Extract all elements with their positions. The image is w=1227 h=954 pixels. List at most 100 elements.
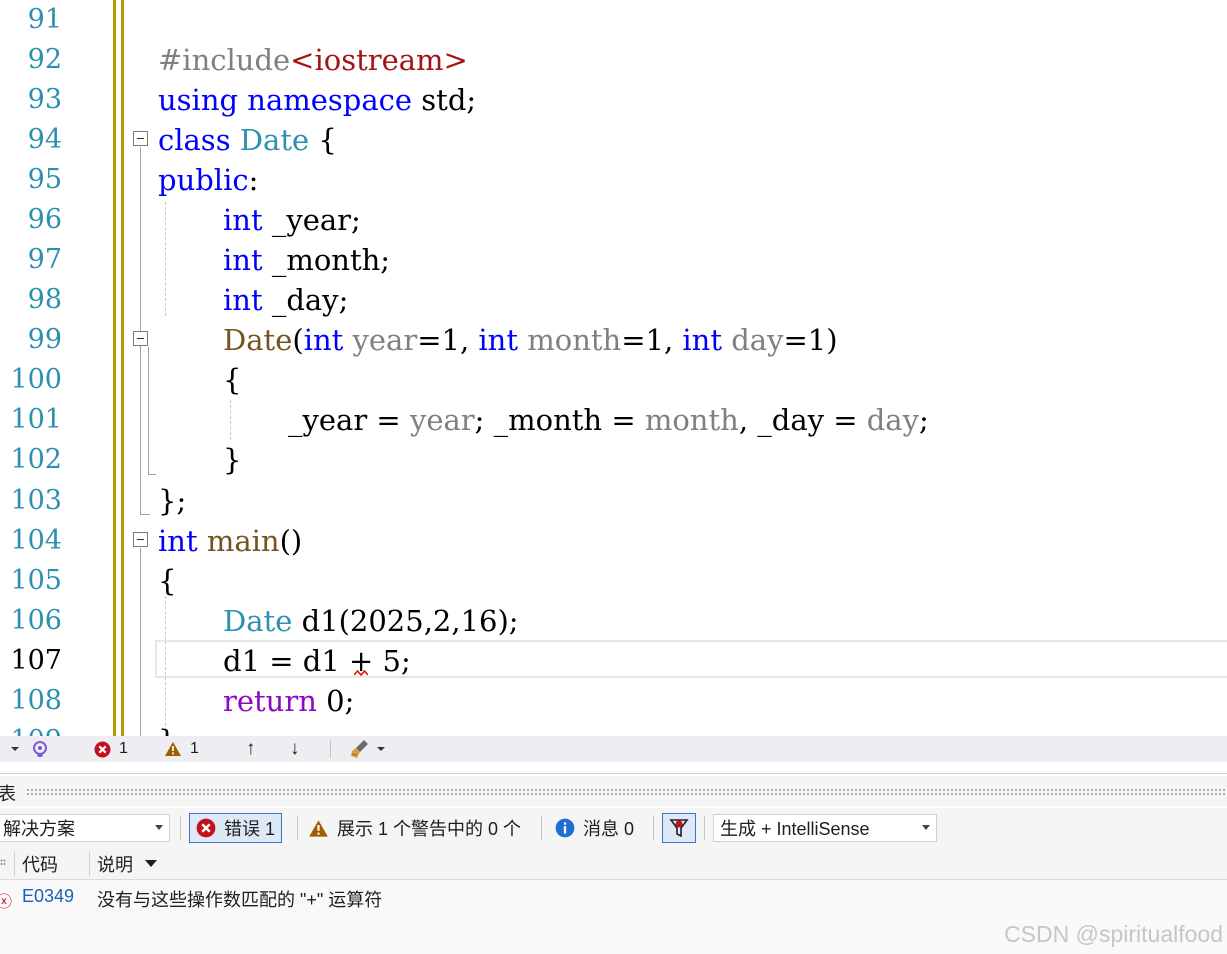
line-number: 94 [27, 124, 62, 155]
code-text: () [279, 524, 303, 558]
code-line-93[interactable]: using namespace std; [158, 80, 476, 120]
build-source-combo[interactable]: 生成 + IntelliSense [713, 814, 937, 842]
code-text: : [248, 163, 259, 197]
code-text: ( [292, 323, 304, 357]
code-line-94[interactable]: class Date { [158, 120, 337, 160]
code-line-95[interactable]: public: [158, 160, 258, 200]
next-issue-button[interactable]: ↓ [290, 736, 300, 762]
code-line-104[interactable]: int main() [158, 521, 302, 561]
code-text: 5; [373, 644, 411, 678]
code-line-103[interactable]: }; [158, 481, 186, 521]
line-number: 91 [27, 4, 62, 35]
code-text: ; [918, 403, 929, 437]
line-number: 102 [10, 444, 62, 475]
warning-icon [309, 819, 328, 837]
line-number: 92 [27, 44, 62, 75]
zoom-dropdown[interactable] [0, 736, 24, 762]
code-line-109[interactable]: } [158, 721, 176, 736]
grip-icon [0, 859, 6, 865]
collapse-icon[interactable] [133, 331, 148, 346]
code-line-96[interactable]: int _year; [223, 200, 361, 240]
keyword: using [158, 83, 239, 117]
column-header-code[interactable]: 代码 [22, 848, 58, 879]
warning-icon [165, 742, 181, 756]
separator [541, 816, 542, 840]
line-number: 101 [10, 404, 62, 435]
code-text: d1 = d1 [223, 644, 349, 678]
messages-filter-label: 消息 0 [583, 819, 635, 839]
chevron-down-icon [155, 825, 163, 830]
parameter: year [409, 403, 475, 437]
warning-indicator[interactable]: 1 [164, 736, 199, 762]
info-icon [555, 818, 575, 838]
parameter: year [352, 323, 418, 357]
panel-splitter[interactable] [0, 762, 1227, 774]
error-indicator[interactable]: 1 [94, 736, 128, 762]
collapse-icon[interactable] [133, 131, 148, 146]
collapse-icon[interactable] [133, 532, 148, 547]
code-line-98[interactable]: int _day; [223, 280, 348, 320]
fold-line-end [140, 514, 150, 515]
intellicode-icon [33, 741, 47, 757]
code-text: _year = [288, 403, 410, 437]
type-name: Date [223, 604, 293, 638]
code-line-100[interactable]: { [223, 360, 241, 400]
code-text: _month; [262, 243, 391, 277]
code-line-92[interactable]: #include<iostream> [158, 40, 468, 80]
errors-filter-button[interactable]: 错误 1 [189, 813, 283, 843]
column-separator[interactable] [89, 852, 90, 876]
function-name: main [206, 524, 280, 558]
code-line-99[interactable]: Date(int year=1, int month=1, int day=1) [223, 320, 838, 360]
code-text: , _day = [738, 403, 867, 437]
up-arrow-icon: ↑ [246, 738, 256, 759]
keyword: int [158, 524, 198, 558]
errors-filter-label: 错误 1 [224, 819, 276, 839]
include-header: <iostream> [290, 43, 468, 77]
table-row[interactable]: ⓧ E0349 没有与这些操作数匹配的 "+" 运算符 [0, 884, 1227, 912]
line-number: 108 [10, 685, 62, 716]
fold-line [148, 347, 149, 475]
chevron-down-icon [377, 747, 385, 751]
code-text: std; [412, 83, 477, 117]
drag-grip[interactable] [26, 788, 1227, 796]
code-line-105[interactable]: { [158, 561, 176, 601]
panel-title: 表 [0, 784, 16, 804]
messages-filter-button[interactable]: 消息 0 [549, 813, 640, 843]
line-number: 106 [10, 605, 62, 636]
code-line-102[interactable]: } [223, 440, 241, 480]
column-header-label: 说明 [97, 854, 133, 875]
fold-line-end [148, 474, 156, 475]
column-header-description[interactable]: 说明 [97, 848, 157, 879]
error-code-link[interactable]: E0349 [22, 886, 74, 907]
code-line-97[interactable]: int _month; [223, 240, 390, 280]
scope-combo[interactable]: 解决方案 [0, 814, 170, 842]
code-line-101[interactable]: _year = year; _month = month, _day = day… [288, 400, 929, 440]
line-number: 98 [27, 284, 62, 315]
warning-count: 1 [190, 740, 199, 757]
keyword: int [303, 323, 344, 357]
keyword: public [158, 163, 249, 197]
filter-toggle-button[interactable] [662, 813, 696, 843]
change-tracking-bar [121, 0, 124, 736]
code-line-106[interactable]: Date d1(2025,2,16); [223, 601, 519, 641]
code-editor[interactable]: 91 92 93 94 95 96 97 98 99 100 101 102 1… [0, 0, 1227, 736]
code-cleanup-button[interactable] [350, 736, 386, 762]
code-text: } [158, 724, 176, 736]
code-text: } [223, 443, 242, 477]
warnings-filter-button[interactable]: 展示 1 个警告中的 0 个 [302, 813, 527, 843]
code-line-108[interactable]: return 0; [223, 681, 354, 721]
error-list-title-bar: 表 [0, 776, 1227, 806]
line-number: 99 [27, 324, 62, 355]
code-line-107[interactable]: d1 = d1 + 5; [223, 641, 411, 681]
broom-icon [351, 740, 368, 758]
line-number: 97 [27, 244, 62, 275]
keyword: int [223, 283, 263, 317]
previous-issue-button[interactable]: ↑ [246, 736, 256, 762]
change-tracking-bar [113, 0, 116, 736]
sort-grip[interactable] [0, 848, 14, 879]
separator [180, 816, 181, 840]
column-separator[interactable] [14, 852, 15, 876]
parameter: day [731, 323, 784, 357]
intellicode-button[interactable] [30, 736, 50, 762]
error-row-icon: ⓧ [0, 894, 13, 911]
